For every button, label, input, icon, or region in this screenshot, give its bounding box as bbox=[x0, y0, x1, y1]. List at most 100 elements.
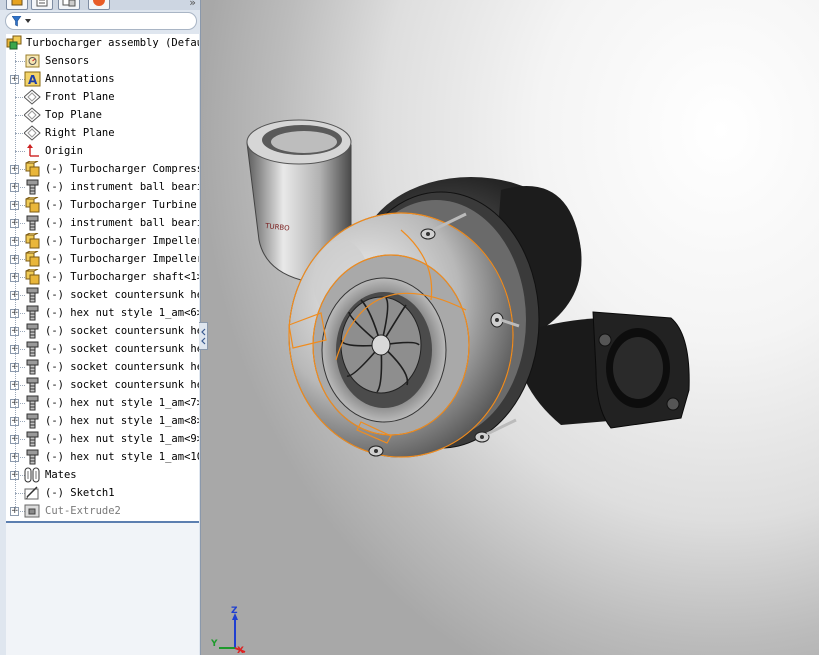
tree-item-label: (-) Turbocharger Impeller< bbox=[45, 253, 199, 265]
tree-item[interactable]: + (-) instrument ball bearin bbox=[6, 214, 199, 232]
manager-tab-strip: » bbox=[0, 0, 200, 10]
tree-item[interactable]: + Mates bbox=[6, 466, 199, 484]
tree-item[interactable]: Front Plane bbox=[6, 88, 199, 106]
part-icon bbox=[24, 215, 41, 231]
triad-z-label: Z bbox=[231, 606, 238, 616]
tree-item[interactable]: + (-) hex nut style 1_am<10> bbox=[6, 448, 199, 466]
tree-item[interactable]: + (-) hex nut style 1_am<8> bbox=[6, 412, 199, 430]
tree-item[interactable]: + (-) Turbocharger shaft<1> bbox=[6, 268, 199, 286]
reference-triad: Z Y X bbox=[210, 606, 246, 654]
more-tabs-chevron-icon[interactable]: » bbox=[189, 0, 196, 9]
feature-tree-icon bbox=[11, 0, 23, 6]
plane-icon bbox=[23, 107, 41, 123]
assembly-icon bbox=[6, 35, 23, 51]
tree-item-label: (-) Turbocharger Turbine h bbox=[45, 199, 199, 211]
tab-property-manager[interactable] bbox=[31, 0, 53, 10]
plane-icon bbox=[23, 89, 41, 105]
part-icon bbox=[24, 323, 41, 339]
tree-item[interactable]: + (-) hex nut style 1_am<7> bbox=[6, 394, 199, 412]
tree-item-label: (-) instrument ball bearin bbox=[45, 217, 199, 229]
triad-x-label: X bbox=[237, 646, 244, 654]
tree-item[interactable]: + (-) Turbocharger Impeller< bbox=[6, 250, 199, 268]
cut-extrude-icon bbox=[24, 503, 41, 519]
tree-item-label: (-) Sketch1 bbox=[45, 487, 115, 499]
tree-item-label: Origin bbox=[45, 145, 83, 157]
feature-tree-empty-area bbox=[6, 521, 199, 655]
sensor-icon bbox=[24, 53, 41, 69]
tree-item-label: (-) Turbocharger shaft<1> bbox=[45, 271, 199, 283]
tree-item-label: (-) hex nut style 1_am<8> bbox=[45, 415, 199, 427]
tab-feature-manager[interactable] bbox=[6, 0, 28, 10]
tree-item-label: (-) socket countersunk hea bbox=[45, 289, 199, 301]
triad-y-label: Y bbox=[210, 639, 218, 649]
tree-item-label: Mates bbox=[45, 469, 77, 481]
tree-item-label: (-) Turbocharger Compresso bbox=[45, 163, 199, 175]
tree-item[interactable]: Top Plane bbox=[6, 106, 199, 124]
tree-item-label: (-) hex nut style 1_am<6> bbox=[45, 307, 199, 319]
filter-icon bbox=[12, 16, 31, 27]
feature-tree: Turbocharger assembly (Defau Sensors + A Ann… bbox=[6, 34, 199, 521]
tree-trunk-line bbox=[15, 52, 16, 511]
tree-item-label: Right Plane bbox=[45, 127, 115, 139]
appearance-icon bbox=[93, 0, 105, 6]
tree-item[interactable]: + (-) Turbocharger Compresso bbox=[6, 160, 199, 178]
tree-item[interactable]: + (-) hex nut style 1_am<9> bbox=[6, 430, 199, 448]
plane-icon bbox=[23, 125, 41, 141]
tab-display-manager[interactable] bbox=[88, 0, 110, 10]
tree-item-label: (-) hex nut style 1_am<10> bbox=[45, 451, 199, 463]
tree-item[interactable]: + (-) Turbocharger Turbine h bbox=[6, 196, 199, 214]
tree-item[interactable]: + (-) instrument ball bearin bbox=[6, 178, 199, 196]
part-icon bbox=[24, 287, 41, 303]
feature-manager-panel: » Turbocharger assembly (Defau Sensors + A A… bbox=[0, 0, 201, 655]
tree-item[interactable]: + (-) socket countersunk hea bbox=[6, 358, 199, 376]
tree-item-label: Annotations bbox=[45, 73, 115, 85]
tree-item-label: (-) socket countersunk hea bbox=[45, 379, 199, 391]
tree-item-label: (-) hex nut style 1_am<7> bbox=[45, 397, 199, 409]
turbocharger-model[interactable]: TURBO bbox=[201, 0, 819, 655]
tree-root-assembly[interactable]: Turbocharger assembly (Defau bbox=[6, 34, 199, 52]
tree-item[interactable]: + (-) socket countersunk hea bbox=[6, 286, 199, 304]
tree-item[interactable]: + (-) socket countersunk hea bbox=[6, 340, 199, 358]
bolt[interactable] bbox=[368, 445, 384, 457]
part-icon bbox=[24, 395, 41, 411]
tree-item-label: (-) instrument ball bearin bbox=[45, 181, 199, 193]
subassembly-icon bbox=[24, 232, 41, 249]
tree-item[interactable]: Origin bbox=[6, 142, 199, 160]
mates-icon bbox=[24, 467, 41, 483]
tree-item[interactable]: + (-) hex nut style 1_am<6> bbox=[6, 304, 199, 322]
tree-item[interactable]: + (-) socket countersunk hea bbox=[6, 376, 199, 394]
svg-text:A: A bbox=[28, 73, 38, 87]
part-icon bbox=[24, 179, 41, 195]
annotation-icon: A bbox=[24, 71, 41, 87]
graphics-area[interactable]: TURBO Z Y X bbox=[201, 0, 819, 655]
origin-icon bbox=[24, 143, 41, 159]
subassembly-icon bbox=[24, 196, 41, 213]
compressor-impeller[interactable] bbox=[340, 296, 422, 394]
part-icon bbox=[24, 413, 41, 429]
tree-item-label: (-) hex nut style 1_am<9> bbox=[45, 433, 199, 445]
sketch-icon bbox=[24, 485, 41, 501]
tree-item-label: Cut-Extrude2 bbox=[45, 505, 121, 517]
tree-item-label: Sensors bbox=[45, 55, 90, 67]
tree-item-label: (-) socket countersunk hea bbox=[45, 343, 199, 355]
configuration-icon bbox=[62, 0, 76, 7]
tree-item[interactable]: + (-) Turbocharger Impeller< bbox=[6, 232, 199, 250]
tab-configuration-manager[interactable] bbox=[58, 0, 80, 10]
tree-item[interactable]: Sensors bbox=[6, 52, 199, 70]
panel-collapse-handle[interactable] bbox=[199, 322, 208, 350]
tree-item[interactable]: + A Annotations bbox=[6, 70, 199, 88]
tree-item-label: Turbocharger assembly (Defau bbox=[26, 37, 199, 49]
tree-item-label: Top Plane bbox=[45, 109, 102, 121]
tree-item[interactable]: (-) Sketch1 bbox=[6, 484, 199, 502]
part-icon bbox=[24, 305, 41, 321]
tree-item[interactable]: + Cut-Extrude2 bbox=[6, 502, 199, 520]
feature-tree-filter[interactable] bbox=[5, 12, 197, 30]
tree-item-label: (-) socket countersunk hea bbox=[45, 325, 199, 337]
tree-item[interactable]: + (-) socket countersunk hea bbox=[6, 322, 199, 340]
property-icon bbox=[36, 0, 48, 7]
tree-item-label: Front Plane bbox=[45, 91, 115, 103]
tree-item[interactable]: Right Plane bbox=[6, 124, 199, 142]
part-icon bbox=[24, 341, 41, 357]
collapse-arrows-icon bbox=[201, 328, 206, 345]
part-icon bbox=[24, 359, 41, 375]
